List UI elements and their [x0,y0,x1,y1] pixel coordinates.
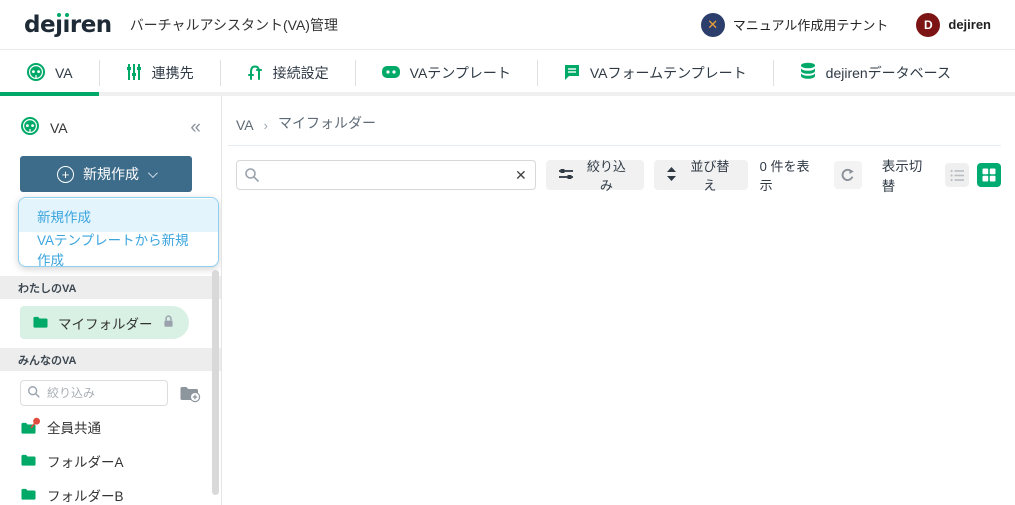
tab-label: 接続設定 [272,65,329,81]
va-face-icon [20,116,40,139]
user-menu[interactable]: D dejiren [916,12,991,37]
item-count: 0 件を表示 [759,159,810,193]
filter-button-label: 絞り込み [586,159,626,193]
section-header-shared-va: みんなのVA [0,348,221,371]
clear-search-icon[interactable]: ✕ [515,166,527,184]
filter-button[interactable]: 絞り込み [545,159,645,193]
plus-circle-icon: + [57,165,74,183]
sidebar-scrollbar-thumb[interactable] [212,270,219,495]
refresh-icon [841,168,855,181]
user-name: dejiren [948,17,991,32]
folder-icon [20,452,37,470]
app-header: de ȷıren バーチャルアシスタント(VA)管理 ✕ マニュアル作成用テナント… [0,0,1015,50]
tab-va-templates[interactable]: VAテンプレート [354,50,537,96]
tab-va[interactable]: VA [0,50,99,96]
sidebar-item-my-folder[interactable]: マイフォルダー [20,306,189,339]
breadcrumb-current: マイフォルダー [277,115,376,131]
sidebar-title: VA [50,119,68,136]
header-right: ✕ マニュアル作成用テナント D dejiren [700,12,991,37]
view-toggle-label: 表示切替 [881,159,923,194]
grid-view-button[interactable] [977,163,1001,187]
folder-icon [20,417,40,435]
sliders-icon [125,63,143,84]
search-icon [244,167,260,188]
refresh-button[interactable] [833,161,862,189]
tab-dejiren-database[interactable]: dejirenデータベース [772,50,977,96]
filter-sliders-icon [558,167,574,184]
folder-icon [32,314,49,332]
list-view-button[interactable] [945,163,970,187]
sidebar-item-label: マイフォルダー [58,316,153,332]
section-header-my-va: わたしのVA [0,276,221,299]
dropdown-item-new-from-template[interactable]: VAテンプレートから新規作成 [19,232,218,267]
main-tabbar: VA 連携先 接続設定 VAテンプレート VAフォームテンプレート dejire… [0,50,1015,96]
sort-button[interactable]: 並び替え [654,159,748,193]
sort-arrows-icon [666,166,677,184]
va-face-icon [26,62,46,85]
main-content: VA › マイフォルダー ✕ 絞り込み 並び替え 0 件を表示 表示切替 [222,96,1015,505]
toolbar: ✕ 絞り込み 並び替え 0 件を表示 表示切替 [228,146,1001,195]
add-folder-button[interactable] [179,384,201,403]
tab-label: 連携先 [151,65,194,81]
sidebar-item-label: フォルダーA [47,455,124,470]
tab-va-form-templates[interactable]: VAフォームテンプレート [536,50,773,96]
new-va-button-label: 新規作成 [83,166,139,182]
chevron-down-icon [147,167,158,178]
tenant-name: マニュアル作成用テナント [732,18,889,33]
breadcrumb: VA › マイフォルダー [228,96,1001,146]
sidebar-item-label: フォルダーB [47,489,124,504]
database-icon [799,62,817,84]
sidebar-item-folder-b[interactable]: フォルダーB [0,478,221,505]
form-bubble-icon [563,63,581,84]
robot-face-icon [381,64,401,83]
pin-icon [30,417,41,432]
user-avatar: D [916,12,941,37]
tab-label: VAフォームテンプレート [589,65,747,81]
sort-button-label: 並び替え [690,159,730,193]
search-icon [27,385,41,404]
logo: de ȷıren [24,11,112,38]
dropdown-item-new[interactable]: 新規作成 [19,199,218,232]
sidebar-item-folder-a[interactable]: フォルダーA [0,444,221,478]
tenant-switcher[interactable]: ✕ マニュアル作成用テナント [700,12,889,37]
tab-integrations[interactable]: 連携先 [98,50,220,96]
folder-icon [20,486,37,504]
new-va-dropdown: 新規作成 VAテンプレートから新規作成 [18,197,219,267]
lock-icon [162,314,175,331]
sidebar-collapse-icon[interactable]: « [190,118,201,137]
tenant-badge-icon: ✕ [700,12,725,37]
cable-icon [246,63,264,84]
app-title: バーチャルアシスタント(VA)管理 [129,16,338,33]
breadcrumb-root[interactable]: VA [236,117,254,133]
chevron-right-icon: › [263,118,268,133]
tab-label: VA [55,65,73,81]
tab-connection-settings[interactable]: 接続設定 [219,50,355,96]
tab-label: dejirenデータベース [825,65,951,81]
folder-filter-input[interactable] [20,380,168,406]
tab-label: VAテンプレート [409,65,511,81]
list-view-icon [950,169,964,181]
sidebar-item-label: 全員共通 [47,421,101,436]
sidebar: VA « + 新規作成 新規作成 VAテンプレートから新規作成 わたしのVA マ… [0,96,222,505]
va-search-box: ✕ [236,160,536,190]
va-search-input[interactable] [236,160,536,190]
new-va-button[interactable]: + 新規作成 [20,156,192,192]
grid-view-icon [982,168,996,182]
sidebar-item-shared-all[interactable]: 全員共通 [0,410,221,444]
